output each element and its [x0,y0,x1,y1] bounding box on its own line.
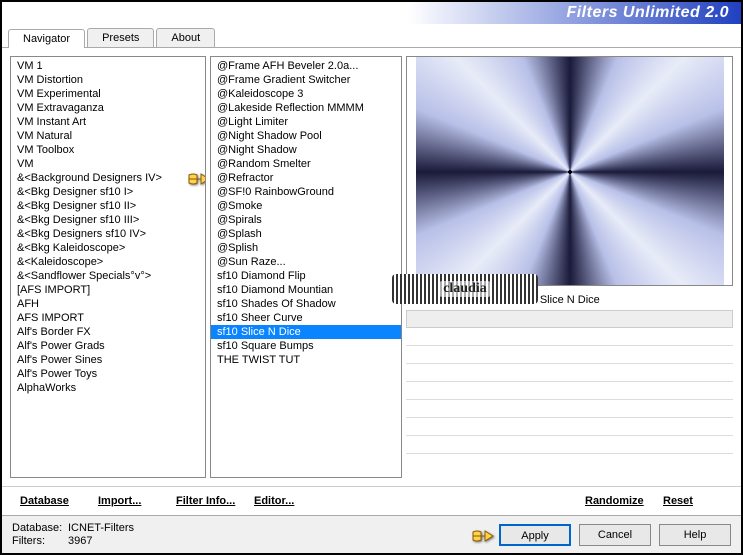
preview-box [406,56,733,286]
main-panel: VM 1VM DistortionVM ExperimentalVM Extra… [2,48,741,486]
list-item[interactable]: Alf's Power Sines [11,353,205,367]
editor-button[interactable]: Editor... [246,491,322,511]
list-item[interactable]: @Spirals [211,213,401,227]
tab-strip: Navigator Presets About [2,26,741,48]
list-item[interactable]: @Frame Gradient Switcher [211,73,401,87]
list-item[interactable]: VM Instant Art [11,115,205,129]
pointer-icon [471,526,495,546]
parameter-row [406,364,733,382]
db-label: Database: [12,522,68,534]
toolbar: Database Import... Filter Info... Editor… [2,486,741,515]
list-item[interactable]: VM [11,157,205,171]
list-item[interactable]: VM Distortion [11,73,205,87]
apply-button[interactable]: Apply [499,524,571,546]
list-item[interactable]: sf10 Shades Of Shadow [211,297,401,311]
list-item[interactable]: @Refractor [211,171,401,185]
list-item[interactable]: [AFS IMPORT] [11,283,205,297]
parameter-row [406,418,733,436]
list-item[interactable]: VM Experimental [11,87,205,101]
list-item[interactable]: &<Bkg Designers sf10 IV> [11,227,205,241]
category-column: VM 1VM DistortionVM ExperimentalVM Extra… [10,56,206,478]
list-item[interactable]: Alf's Power Toys [11,367,205,381]
parameter-row [406,436,733,454]
parameter-row [406,328,733,346]
tab-presets[interactable]: Presets [87,28,154,47]
list-item[interactable]: VM 1 [11,59,205,73]
list-item[interactable]: @Night Shadow [211,143,401,157]
parameter-row [406,400,733,418]
footer: Database:ICNET-Filters Filters:3967 Appl… [2,515,741,553]
parameter-grid [406,310,733,478]
list-item[interactable]: &<Bkg Designer sf10 II> [11,199,205,213]
list-item[interactable]: sf10 Diamond Mountian [211,283,401,297]
list-item[interactable]: @Smoke [211,199,401,213]
title-bar: Filters Unlimited 2.0 [2,2,741,24]
preview-column: sf10 Slice N Dice [406,56,733,478]
list-item[interactable]: &<Kaleidoscope> [11,255,205,269]
list-item[interactable]: AlphaWorks [11,381,205,395]
list-item[interactable]: @Kaleidoscope 3 [211,87,401,101]
list-item[interactable]: sf10 Sheer Curve [211,311,401,325]
filters-label: Filters: [12,535,68,547]
list-item[interactable]: sf10 Slice N Dice [211,325,401,339]
category-list[interactable]: VM 1VM DistortionVM ExperimentalVM Extra… [10,56,206,478]
list-item[interactable]: THE TWIST TUT [211,353,401,367]
list-item[interactable]: sf10 Square Bumps [211,339,401,353]
filter-list[interactable]: @Frame AFH Beveler 2.0a...@Frame Gradien… [210,56,402,478]
randomize-button[interactable]: Randomize [577,491,653,511]
cancel-button[interactable]: Cancel [579,524,651,546]
list-item[interactable]: &<Bkg Designer sf10 III> [11,213,205,227]
help-button[interactable]: Help [659,524,731,546]
list-item[interactable]: Alf's Border FX [11,325,205,339]
tab-navigator[interactable]: Navigator [8,29,85,48]
footer-info: Database:ICNET-Filters Filters:3967 [12,522,134,547]
list-item[interactable]: @Night Shadow Pool [211,129,401,143]
list-item[interactable]: @SF!0 RainbowGround [211,185,401,199]
preview-image [416,57,724,286]
filter-column: @Frame AFH Beveler 2.0a...@Frame Gradien… [210,56,402,478]
filter-info-button[interactable]: Filter Info... [168,491,244,511]
import-button[interactable]: Import... [90,491,166,511]
list-item[interactable]: @Splash [211,227,401,241]
database-button[interactable]: Database [12,491,88,511]
list-item[interactable]: @Random Smelter [211,157,401,171]
list-item[interactable]: &<Sandflower Specials°v°> [11,269,205,283]
db-value: ICNET-Filters [68,522,134,534]
list-item[interactable]: Alf's Power Grads [11,339,205,353]
list-item[interactable]: VM Toolbox [11,143,205,157]
list-item[interactable]: VM Extravaganza [11,101,205,115]
tab-about[interactable]: About [156,28,215,47]
reset-button[interactable]: Reset [655,491,731,511]
parameter-header [406,310,733,328]
list-item[interactable]: @Sun Raze... [211,255,401,269]
footer-buttons: Apply Cancel Help [499,524,731,546]
parameter-row [406,346,733,364]
list-item[interactable]: @Light Limiter [211,115,401,129]
list-item[interactable]: &<Bkg Kaleidoscope> [11,241,205,255]
list-item[interactable]: @Splish [211,241,401,255]
filter-name-label: sf10 Slice N Dice [516,294,733,306]
list-item[interactable]: sf10 Diamond Flip [211,269,401,283]
parameter-row [406,382,733,400]
list-item[interactable]: AFH [11,297,205,311]
list-item[interactable]: VM Natural [11,129,205,143]
list-item[interactable]: &<Background Designers IV> [11,171,205,185]
list-item[interactable]: AFS IMPORT [11,311,205,325]
list-item[interactable]: &<Bkg Designer sf10 I> [11,185,205,199]
list-item[interactable]: @Lakeside Reflection MMMM [211,101,401,115]
app-title: Filters Unlimited 2.0 [566,4,729,22]
list-item[interactable]: @Frame AFH Beveler 2.0a... [211,59,401,73]
filters-count: 3967 [68,535,92,547]
